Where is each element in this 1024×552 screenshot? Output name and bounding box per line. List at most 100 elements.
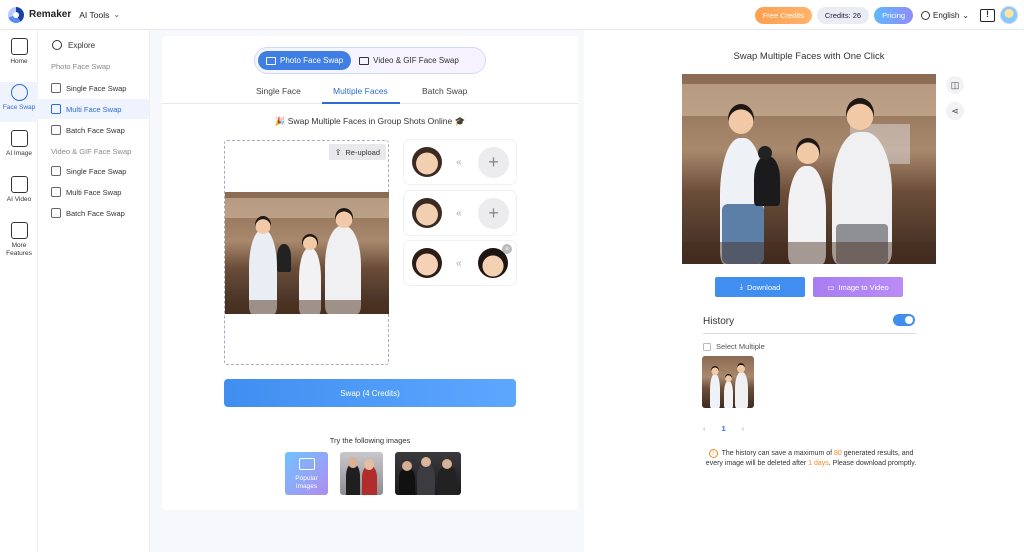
rail-label: AI Image bbox=[5, 150, 32, 157]
image-icon bbox=[10, 130, 28, 147]
target-face-thumbnail[interactable]: × bbox=[478, 244, 512, 278]
photo-face-swap-mode-button[interactable]: Photo Face Swap bbox=[258, 51, 352, 70]
upload-area[interactable]: ⇪ Re-upload bbox=[224, 140, 389, 365]
rail-item-more-features[interactable]: More Features bbox=[0, 220, 38, 266]
add-face-button[interactable]: + bbox=[478, 146, 509, 178]
avatar[interactable] bbox=[1000, 6, 1018, 24]
remaker-logo[interactable] bbox=[8, 6, 24, 23]
rail-item-face-swap[interactable]: Face Swap bbox=[0, 82, 38, 122]
sidebar-item-video-single[interactable]: Single Face Swap bbox=[38, 161, 149, 181]
reupload-button[interactable]: ⇪ Re-upload bbox=[328, 144, 386, 160]
history-divider bbox=[703, 333, 916, 334]
sidebar-item-explore[interactable]: Explore bbox=[52, 40, 149, 50]
sidebar-item-video-multi[interactable]: Multi Face Swap bbox=[38, 182, 149, 202]
sidebar-item-photo-multi[interactable]: Multi Face Swap bbox=[38, 99, 149, 119]
face-icon bbox=[51, 166, 61, 176]
swap-button[interactable]: Swap (4 Credits) bbox=[224, 379, 516, 407]
free-credits-button[interactable]: Free Credits bbox=[754, 6, 812, 24]
history-thumbnail[interactable] bbox=[702, 356, 754, 408]
face-icon bbox=[51, 83, 61, 93]
history-pagination: ‹ 1 › bbox=[703, 424, 744, 433]
sample-image-group[interactable] bbox=[395, 452, 461, 495]
image-to-video-button[interactable]: ▭ Image to Video bbox=[813, 277, 903, 297]
history-toggle[interactable] bbox=[893, 314, 915, 326]
popular-images-button[interactable]: Popular Images bbox=[285, 452, 328, 495]
select-multiple[interactable]: Select Multiple bbox=[703, 342, 765, 351]
sidebar-item-label: Multi Face Swap bbox=[66, 104, 122, 114]
sidebar-item-photo-single[interactable]: Single Face Swap bbox=[38, 78, 149, 98]
download-icon: ⤓ bbox=[739, 282, 743, 291]
brand-name[interactable]: Remaker bbox=[29, 9, 71, 20]
sidebar-group-photo: Photo Face Swap bbox=[51, 62, 111, 71]
warning-icon: ! bbox=[708, 449, 718, 458]
history-note: ! The history can save a maximum of 80 ge… bbox=[700, 449, 922, 469]
sidebar-item-label: Batch Face Swap bbox=[66, 208, 125, 218]
chevron-left-icon: « bbox=[456, 207, 462, 219]
note-days: 1 days bbox=[808, 460, 829, 467]
editor-panel: Photo Face Swap Video & GIF Face Swap Si… bbox=[162, 36, 578, 510]
header-actions: Free Credits Credits: 26 Pricing English… bbox=[754, 6, 1018, 24]
tab-multiple-faces[interactable]: Multiple Faces bbox=[333, 86, 388, 96]
compare-icon[interactable]: ◫ bbox=[946, 76, 964, 94]
grid-icon bbox=[10, 222, 28, 239]
history-title: History bbox=[703, 316, 735, 327]
select-multiple-label: Select Multiple bbox=[716, 342, 765, 351]
tab-single-face[interactable]: Single Face bbox=[256, 86, 301, 96]
home-icon bbox=[10, 38, 28, 55]
video-icon: ▭ bbox=[827, 282, 835, 292]
sample-image-couple[interactable] bbox=[340, 452, 383, 495]
graduation-icon: 🎓 bbox=[452, 116, 466, 126]
icon-rail: Home Face Swap AI Image AI Video More Fe… bbox=[0, 30, 38, 552]
try-images-label: Try the following images bbox=[329, 436, 411, 445]
rail-item-ai-image[interactable]: AI Image bbox=[0, 128, 38, 168]
chevron-left-icon[interactable]: ‹ bbox=[703, 424, 706, 433]
chevron-right-icon[interactable]: › bbox=[742, 424, 745, 433]
pricing-button[interactable]: Pricing bbox=[874, 6, 914, 24]
download-button[interactable]: ⤓ Download bbox=[715, 277, 805, 297]
result-image[interactable] bbox=[682, 74, 936, 264]
sidebar-item-label: Single Face Swap bbox=[66, 83, 127, 93]
sidebar-item-video-batch[interactable]: Batch Face Swap bbox=[38, 203, 149, 223]
sidebar: Explore Photo Face Swap Single Face Swap… bbox=[38, 30, 150, 552]
uploaded-group-photo bbox=[225, 192, 389, 314]
close-icon[interactable]: × bbox=[502, 244, 512, 254]
batch-icon bbox=[51, 208, 61, 218]
sidebar-group-video: Video & GIF Face Swap bbox=[51, 147, 132, 156]
share-icon[interactable]: ⋖ bbox=[946, 102, 964, 120]
rail-label: Home bbox=[10, 58, 28, 65]
language-selector[interactable]: English ⌄ bbox=[921, 10, 969, 20]
select-multiple-checkbox[interactable] bbox=[703, 342, 711, 351]
face-pair-row: « + bbox=[404, 191, 516, 235]
rail-item-ai-video[interactable]: AI Video bbox=[0, 174, 38, 214]
chevron-down-icon: ⌄ bbox=[113, 10, 121, 19]
rail-label: AI Video bbox=[6, 196, 32, 203]
popular-images-label: Popular Images bbox=[295, 475, 318, 490]
rail-item-home[interactable]: Home bbox=[0, 36, 38, 76]
sidebar-item-label: Batch Face Swap bbox=[66, 125, 125, 135]
note-text: . Please download promptly. bbox=[828, 460, 917, 467]
reupload-label: Re-upload bbox=[345, 147, 380, 157]
add-face-button[interactable]: + bbox=[478, 197, 509, 229]
video-face-swap-mode-button[interactable]: Video & GIF Face Swap bbox=[351, 51, 467, 70]
video-icon bbox=[10, 176, 28, 193]
sidebar-item-photo-batch[interactable]: Batch Face Swap bbox=[38, 120, 149, 140]
language-label: English bbox=[933, 10, 960, 20]
video-icon bbox=[359, 56, 370, 65]
compass-icon bbox=[52, 40, 62, 50]
detected-face-thumbnail bbox=[412, 198, 442, 228]
face-pair-row: « + bbox=[404, 140, 516, 184]
detected-face-thumbnail bbox=[412, 147, 442, 177]
rail-label: Face Swap bbox=[2, 104, 36, 111]
note-max-results: 80 bbox=[834, 450, 842, 457]
download-label: Download bbox=[746, 282, 781, 292]
sample-images: Popular Images bbox=[285, 452, 461, 495]
feedback-icon[interactable] bbox=[980, 8, 995, 22]
result-title: Swap Multiple Faces with One Click bbox=[733, 51, 885, 62]
mode-label: Video & GIF Face Swap bbox=[373, 56, 459, 65]
tab-batch-swap[interactable]: Batch Swap bbox=[422, 86, 467, 96]
mode-label: Photo Face Swap bbox=[280, 56, 344, 65]
chevron-down-icon: ⌄ bbox=[962, 10, 969, 20]
page-number[interactable]: 1 bbox=[722, 424, 726, 433]
credits-badge[interactable]: Credits: 26 bbox=[816, 6, 870, 24]
ai-tools-menu[interactable]: AI Tools ⌄ bbox=[79, 10, 120, 20]
